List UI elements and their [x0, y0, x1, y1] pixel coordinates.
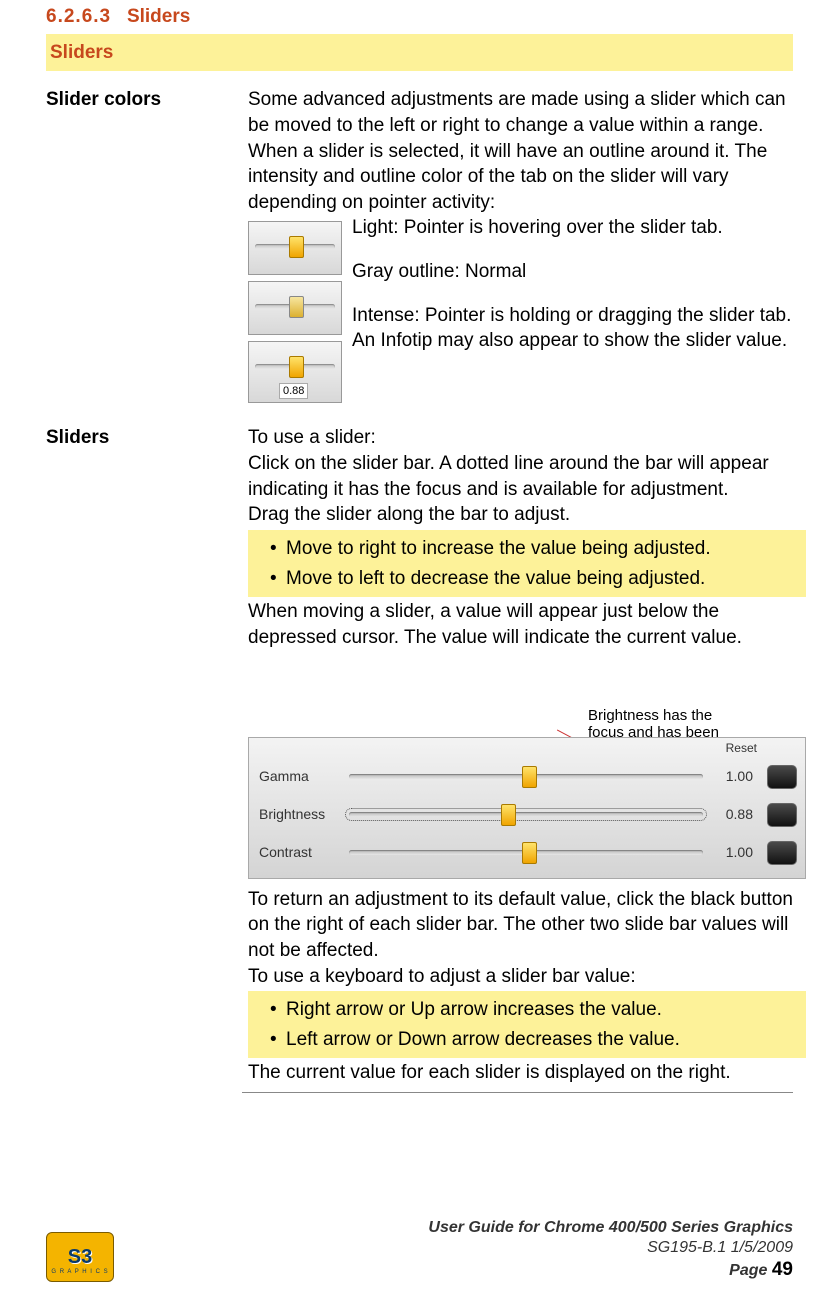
state-light-text: Light: Pointer is hovering over the slid…	[352, 215, 793, 241]
thumb-gray	[248, 281, 342, 335]
sliders-p4: When moving a slider, a value will appea…	[248, 599, 806, 650]
section-number: 6.2.6.3	[46, 6, 111, 27]
section-number-heading: 6.2.6.3 Sliders	[46, 0, 793, 30]
bullet-icon: •	[270, 1027, 286, 1053]
bullet-1b: Move to left to decrease the value being…	[286, 568, 705, 589]
sliders-p6: To use a keyboard to adjust a slider bar…	[248, 964, 806, 990]
gamma-slider[interactable]	[349, 774, 703, 779]
bullet-block-2: •Right arrow or Up arrow increases the v…	[248, 991, 806, 1058]
footer-title: User Guide for Chrome 400/500 Series Gra…	[428, 1218, 793, 1238]
section-band: Sliders	[46, 34, 793, 72]
sliders-p2: Click on the slider bar. A dotted line a…	[248, 451, 806, 502]
s3-logo: S3 G R A P H I C S	[46, 1232, 114, 1282]
panel-row-brightness: Brightness 0.88	[259, 798, 797, 832]
logo-text: S3	[68, 1244, 92, 1271]
slider-panel-screenshot: Reset Gamma 1.00 Brightness 0.88	[248, 737, 806, 879]
gamma-reset-button[interactable]	[767, 765, 797, 789]
row-label-slider-colors: Slider colors	[46, 87, 248, 409]
gamma-label: Gamma	[259, 767, 339, 786]
sliders-p5: To return an adjustment to its default v…	[248, 887, 806, 964]
contrast-reset-button[interactable]	[767, 841, 797, 865]
thumb-intense: 0.88	[248, 341, 342, 403]
bullet-icon: •	[270, 566, 286, 592]
sliders-p7: The current value for each slider is dis…	[248, 1060, 806, 1086]
bullet-1a: Move to right to increase the value bein…	[286, 538, 711, 559]
brightness-slider-grip[interactable]	[501, 804, 516, 826]
gamma-slider-grip[interactable]	[522, 766, 537, 788]
brightness-slider[interactable]	[349, 812, 703, 817]
bullet-icon: •	[270, 536, 286, 562]
gamma-value: 1.00	[713, 767, 753, 786]
state-intense-text: Intense: Pointer is holding or dragging …	[352, 303, 793, 354]
footer-page-label: Page	[729, 1262, 772, 1279]
brightness-label: Brightness	[259, 805, 339, 824]
sliders-p1: To use a slider:	[248, 425, 806, 451]
contrast-slider-grip[interactable]	[522, 842, 537, 864]
contrast-value: 1.00	[713, 843, 753, 862]
brightness-value: 0.88	[713, 805, 753, 824]
section-title: Sliders	[127, 6, 190, 27]
bullet-icon: •	[270, 997, 286, 1023]
state-gray-text: Gray outline: Normal	[352, 259, 793, 285]
bullet-block-1: •Move to right to increase the value bei…	[248, 530, 806, 597]
row-label-sliders: Sliders	[46, 425, 248, 1086]
slider-state-thumbnails: 0.88	[248, 221, 342, 409]
slider-colors-intro: Some advanced adjustments are made using…	[248, 87, 793, 215]
panel-row-gamma: Gamma 1.00	[259, 760, 797, 794]
page-footer: S3 G R A P H I C S User Guide for Chrome…	[46, 1218, 793, 1282]
contrast-label: Contrast	[259, 843, 339, 862]
panel-row-contrast: Contrast 1.00	[259, 836, 797, 870]
footer-ref: SG195-B.1 1/5/2009	[428, 1238, 793, 1258]
sliders-p3: Drag the slider along the bar to adjust.	[248, 502, 806, 528]
logo-sub: G R A P H I C S	[51, 1268, 108, 1276]
brightness-reset-button[interactable]	[767, 803, 797, 827]
thumb-infotip-value: 0.88	[279, 383, 308, 400]
contrast-slider[interactable]	[349, 850, 703, 855]
footer-page-number: 49	[772, 1259, 793, 1280]
thumb-light	[248, 221, 342, 275]
bullet-2a: Right arrow or Up arrow increases the va…	[286, 999, 662, 1020]
bullet-2b: Left arrow or Down arrow decreases the v…	[286, 1029, 680, 1050]
section-rule	[242, 1092, 793, 1093]
reset-label: Reset	[726, 740, 757, 756]
